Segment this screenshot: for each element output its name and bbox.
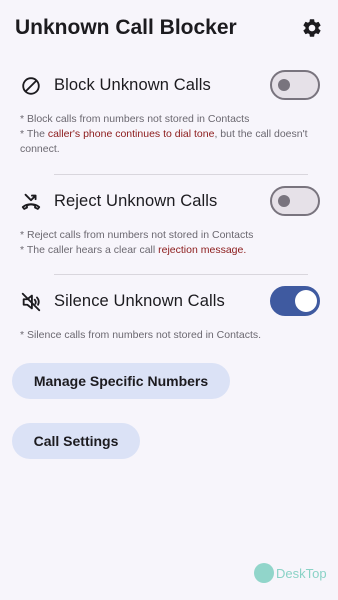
app-screen: Unknown Call Blocker Block Unknown Calls… [0,0,338,600]
block-unknown-calls-row[interactable]: Block Unknown Calls [0,66,338,106]
call-reject-icon [21,193,41,210]
description-text: * The caller hears a clear call [20,244,159,256]
reject-unknown-calls-toggle[interactable] [270,186,320,216]
silence-unknown-calls-description: * Silence calls from numbers not stored … [20,328,320,343]
watermark-text: DeskTop [276,565,327,581]
block-unknown-calls-description: * Block calls from numbers not stored in… [20,112,320,157]
reject-unknown-calls-label: Reject Unknown Calls [54,192,218,210]
page-title: Unknown Call Blocker [15,16,237,39]
description-line: * Block calls from numbers not stored in… [20,113,250,125]
manage-specific-numbers-button[interactable]: Manage Specific Numbers [12,363,230,399]
silence-unknown-calls-label: Silence Unknown Calls [54,292,225,310]
reject-unknown-calls-row[interactable]: Reject Unknown Calls [0,182,338,222]
reject-unknown-calls-description: * Reject calls from numbers not stored i… [20,228,320,258]
divider [54,174,308,175]
toggle-knob [278,195,290,207]
block-unknown-calls-toggle[interactable] [270,70,320,100]
description-line: * The caller hears a clear call rejectio… [20,243,320,258]
watermark: DeskTop [254,563,327,583]
call-settings-button[interactable]: Call Settings [12,423,140,459]
block-unknown-calls-label: Block Unknown Calls [54,76,211,94]
toggle-knob [295,290,317,312]
description-line: * Silence calls from numbers not stored … [20,329,262,341]
gear-icon[interactable] [301,17,323,39]
divider [54,274,308,275]
watermark-logo [254,563,274,583]
silence-unknown-calls-row[interactable]: Silence Unknown Calls [0,282,338,322]
description-line: * The caller's phone continues to dial t… [20,127,320,157]
highlighted-text: rejection message. [158,244,247,256]
volume-off-icon [21,292,41,312]
description-text: * The [20,128,48,140]
block-icon [22,77,40,95]
top-app-bar: Unknown Call Blocker [0,0,338,58]
silence-unknown-calls-toggle[interactable] [270,286,320,316]
highlighted-text: caller's phone continues to dial tone [47,128,215,140]
toggle-knob [278,79,290,91]
description-line: * Reject calls from numbers not stored i… [20,229,254,241]
